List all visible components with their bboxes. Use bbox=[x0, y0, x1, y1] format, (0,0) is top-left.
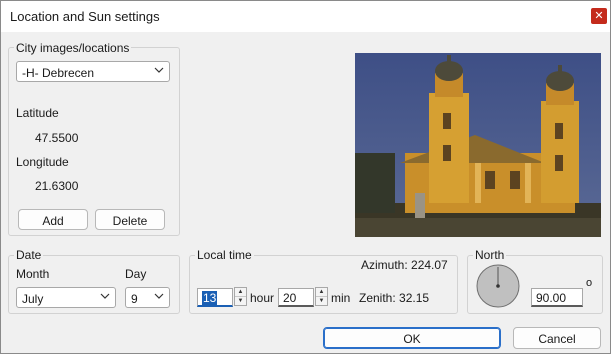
hour-input-value: 13 bbox=[202, 291, 218, 305]
chevron-down-icon bbox=[154, 67, 164, 73]
minute-unit-label: min bbox=[331, 291, 351, 305]
ok-button-label: OK bbox=[403, 332, 421, 346]
minute-input-value: 20 bbox=[283, 291, 297, 305]
delete-button[interactable]: Delete bbox=[95, 209, 165, 230]
city-select-value: -H- Debrecen bbox=[22, 66, 95, 80]
north-group-legend: North bbox=[473, 248, 507, 262]
north-dial[interactable] bbox=[475, 263, 521, 309]
date-group-legend: Date bbox=[14, 248, 44, 262]
add-button[interactable]: Add bbox=[18, 209, 88, 230]
month-select[interactable]: July bbox=[16, 287, 116, 308]
local-time-group-legend: Local time bbox=[195, 248, 254, 262]
ok-button[interactable]: OK bbox=[323, 327, 501, 349]
window-title: Location and Sun settings bbox=[10, 9, 160, 24]
spin-down-icon[interactable]: ▼ bbox=[316, 297, 327, 305]
day-select-value: 9 bbox=[131, 292, 138, 306]
degree-symbol: o bbox=[586, 277, 593, 289]
minute-spinner[interactable]: ▲ ▼ bbox=[315, 287, 328, 306]
azimuth-readout: Azimuth: 224.07 bbox=[361, 258, 448, 272]
north-input-value: 90.00 bbox=[536, 291, 567, 305]
spin-up-icon[interactable]: ▲ bbox=[235, 288, 246, 297]
latitude-value: 47.5500 bbox=[35, 131, 79, 145]
add-button-label: Add bbox=[42, 214, 64, 228]
minute-input[interactable]: 20 bbox=[278, 288, 314, 307]
hour-unit-label: hour bbox=[250, 291, 275, 305]
zenith-readout: Zenith: 32.15 bbox=[359, 291, 430, 305]
month-select-value: July bbox=[22, 292, 44, 306]
cancel-button-label: Cancel bbox=[538, 332, 576, 346]
city-group-legend: City images/locations bbox=[14, 41, 132, 55]
close-button[interactable]: ✕ bbox=[591, 8, 607, 24]
delete-button-label: Delete bbox=[112, 214, 148, 228]
hour-input[interactable]: 13 bbox=[197, 288, 233, 307]
longitude-label: Longitude bbox=[16, 155, 69, 169]
chevron-down-icon bbox=[154, 293, 164, 299]
title-bar: Location and Sun settings ✕ bbox=[1, 1, 610, 32]
cancel-button[interactable]: Cancel bbox=[513, 327, 601, 349]
day-label: Day bbox=[125, 267, 147, 281]
city-select[interactable]: -H- Debrecen bbox=[16, 61, 170, 82]
city-photo bbox=[355, 53, 601, 237]
latitude-label: Latitude bbox=[16, 106, 59, 120]
longitude-value: 21.6300 bbox=[35, 179, 79, 193]
chevron-down-icon bbox=[100, 293, 110, 299]
month-label: Month bbox=[16, 267, 50, 281]
spin-up-icon[interactable]: ▲ bbox=[316, 288, 327, 297]
north-input[interactable]: 90.00 bbox=[531, 288, 583, 307]
day-select[interactable]: 9 bbox=[125, 287, 170, 308]
close-icon: ✕ bbox=[594, 10, 604, 22]
spin-down-icon[interactable]: ▼ bbox=[235, 297, 246, 305]
dialog-window: Location and Sun settings ✕ City images/… bbox=[0, 0, 611, 354]
hour-spinner[interactable]: ▲ ▼ bbox=[234, 287, 247, 306]
